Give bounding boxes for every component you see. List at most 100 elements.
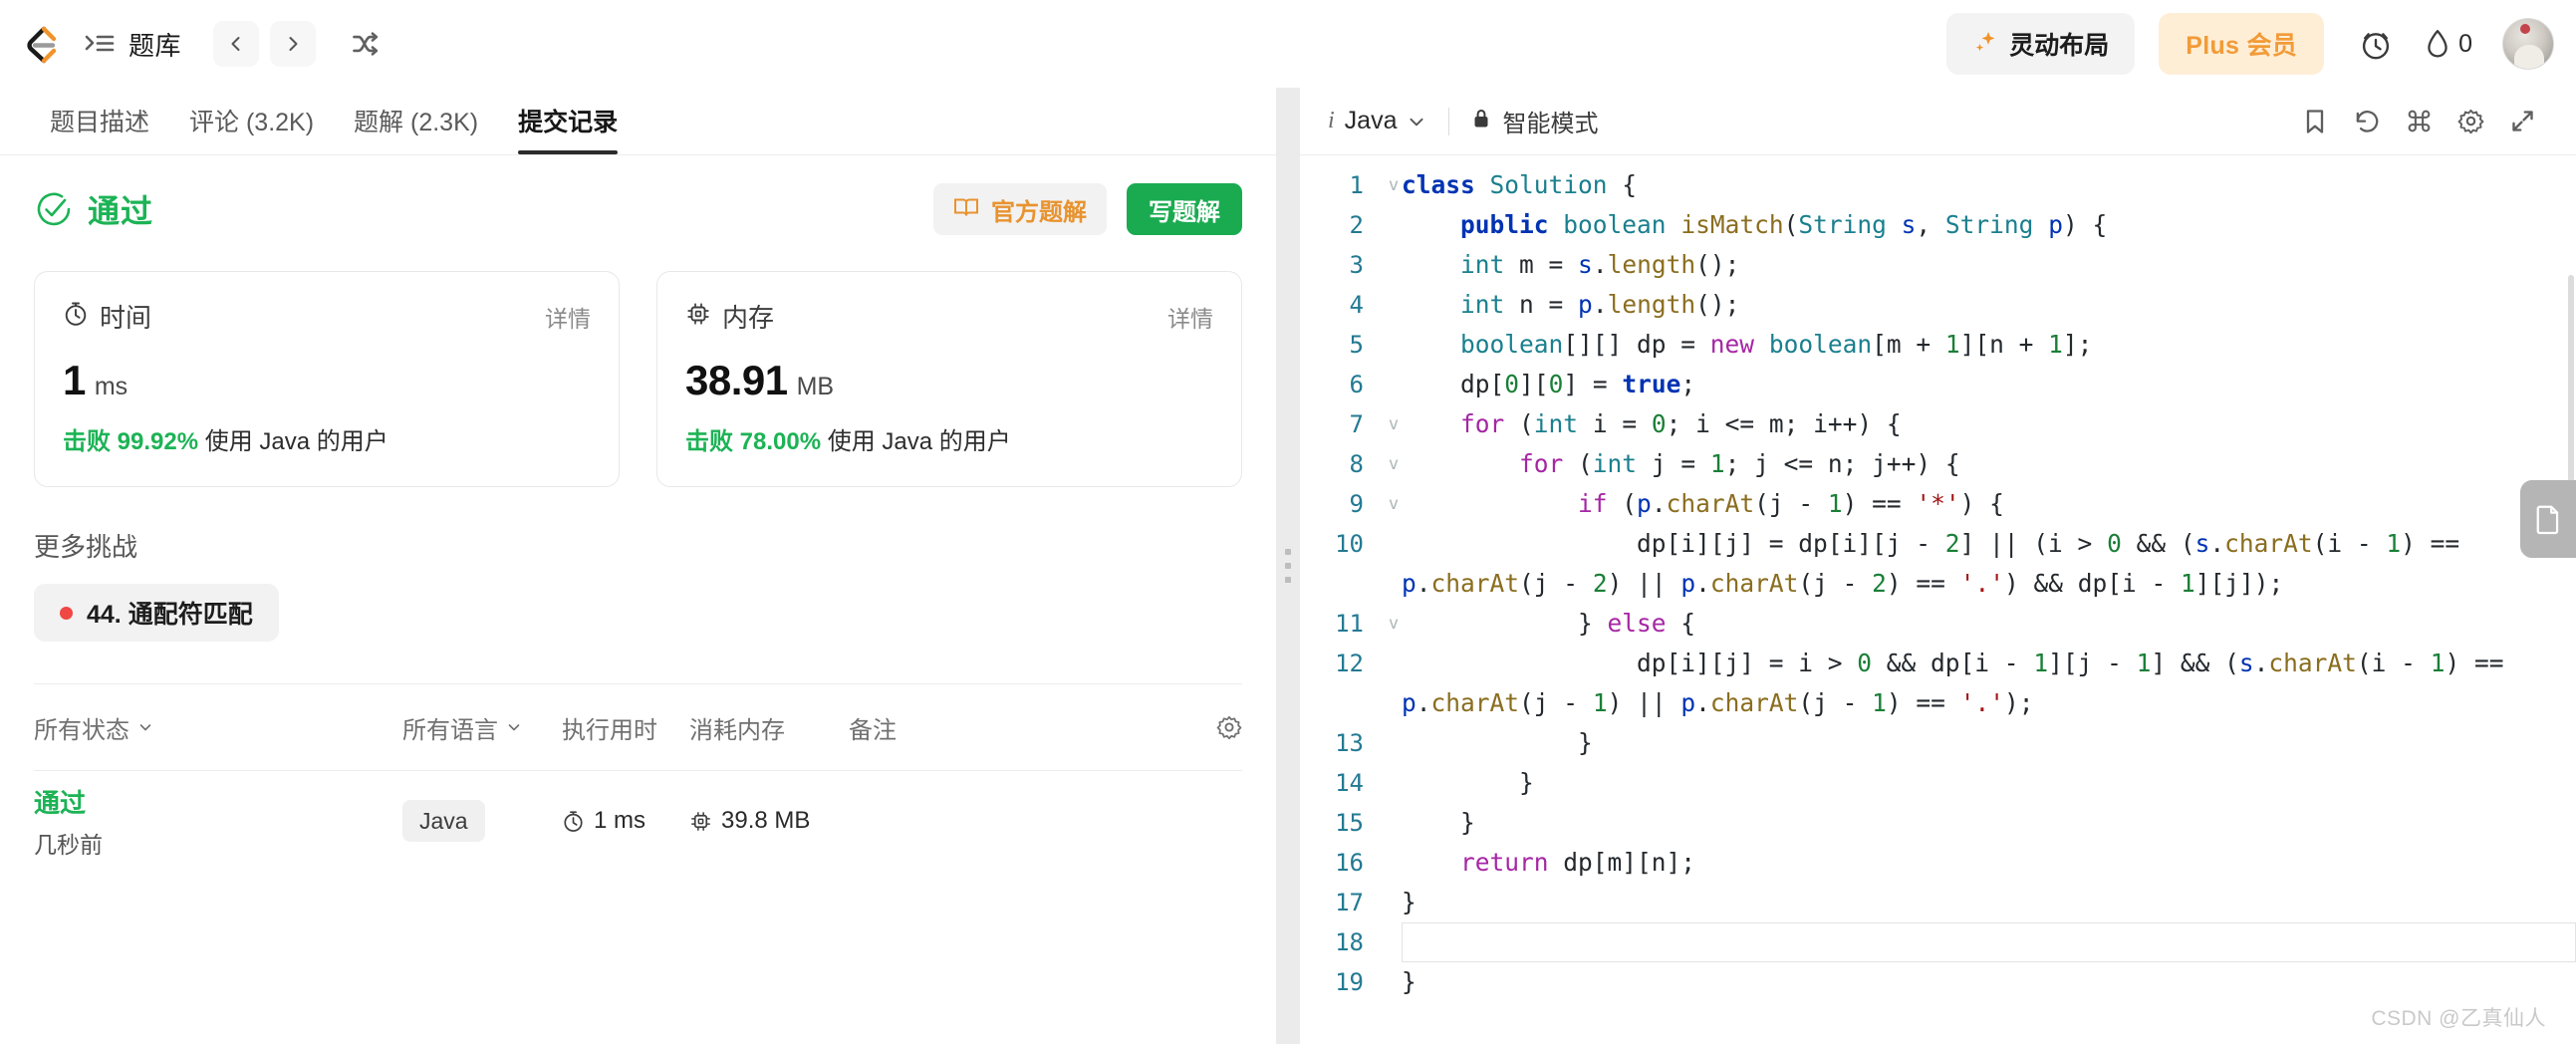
code-text: [1402, 922, 2576, 962]
code-text: if (p.charAt(j - 1) == '*') {: [1578, 489, 2004, 518]
panel-resize-handle[interactable]: [1276, 88, 1300, 1044]
gear-icon: [2457, 109, 2483, 134]
code-vertical-scrollbar[interactable]: [2568, 275, 2574, 504]
history-undo-icon: [2356, 110, 2379, 132]
tab-description[interactable]: 题目描述: [30, 103, 169, 154]
filter-language-dropdown[interactable]: 所有语言: [402, 710, 562, 745]
related-problem-chip[interactable]: 44. 通配符匹配: [34, 584, 279, 642]
code-line-3: 3 int m = s.length();: [1300, 245, 2576, 285]
code-text: }: [1402, 768, 1534, 797]
submission-status: 通过: [34, 787, 87, 818]
tab-solutions[interactable]: 题解 (2.3K): [334, 103, 498, 154]
official-solution-button[interactable]: 官方题解: [933, 183, 1107, 235]
next-problem-button[interactable]: [270, 21, 317, 67]
memory-details-link[interactable]: 详情: [1167, 300, 1213, 334]
editor-settings-button[interactable]: [2445, 99, 2496, 144]
top-navigation-bar: 题库 灵动布局 Plus 会员 0: [0, 0, 2576, 88]
editor-toolbar: i Java 智能模式: [1300, 88, 2576, 155]
fullscreen-button[interactable]: [2496, 99, 2548, 144]
problem-list-menu[interactable]: 题库: [80, 20, 185, 69]
code-text: class Solution {: [1402, 170, 1638, 199]
document-icon: [2536, 505, 2559, 535]
leetcode-logo-icon[interactable]: [18, 21, 64, 67]
fold-toggle-icon[interactable]: v: [1386, 165, 1402, 205]
reset-code-button[interactable]: [2341, 99, 2393, 144]
performance-cards: 时间 详情 1 ms 击败 99.92% 使用 Java 的用户 内存 详情 3…: [34, 271, 1242, 487]
memory-chip-icon: [685, 301, 711, 332]
code-line-1: 1 v class Solution {: [1300, 165, 2576, 205]
note-panel-tab[interactable]: [2520, 480, 2576, 558]
column-header-note: 备注: [849, 716, 897, 744]
shuffle-problem-button[interactable]: [346, 24, 386, 64]
runtime-details-link[interactable]: 详情: [545, 300, 591, 334]
streak-counter[interactable]: 0: [2426, 29, 2472, 59]
flame-icon: [2428, 30, 2447, 58]
user-avatar[interactable]: [2502, 18, 2554, 70]
timer-button[interactable]: [2354, 22, 2398, 66]
plus-membership-label: Plus 会员: [2186, 32, 2298, 60]
memory-beat-suffix: 使用 Java 的用户: [827, 428, 1011, 455]
tab-submissions[interactable]: 提交记录: [498, 103, 638, 154]
shortcuts-button[interactable]: [2393, 99, 2445, 144]
code-lines: 1 v class Solution { 2 public boolean is…: [1300, 155, 2576, 1002]
runtime-beat-text: 击败 99.92% 使用 Java 的用户: [63, 421, 591, 456]
fold-toggle-icon[interactable]: v: [1386, 404, 1402, 444]
memory-value: 38.91: [685, 357, 788, 403]
runtime-unit: ms: [94, 373, 129, 400]
filter-status-label: 所有状态: [34, 716, 129, 744]
code-line-15: 15 }: [1300, 803, 2576, 843]
dynamic-layout-button[interactable]: 灵动布局: [1946, 13, 2136, 75]
table-settings-button[interactable]: [1206, 714, 1242, 740]
code-text: boolean[][] dp = new boolean[m + 1][n + …: [1460, 330, 2093, 359]
table-row[interactable]: 通过 几秒前 Java 1 ms 39.8 MB: [34, 771, 1242, 871]
chevron-down-icon: [508, 724, 520, 731]
code-line-7: 7 v for (int i = 0; i <= m; i++) {: [1300, 404, 2576, 444]
code-text: int m = s.length();: [1460, 250, 1740, 279]
code-line-19: 19 }: [1300, 962, 2576, 1002]
code-line-10: 10 dp[i][j] = dp[i][j - 2] || (i > 0 && …: [1300, 524, 2576, 604]
tab-comments[interactable]: 评论 (3.2K): [169, 103, 334, 154]
resize-grip-icon: [1285, 549, 1291, 583]
code-text: int n = p.length();: [1460, 290, 1740, 319]
submission-runtime-cell: 1 ms: [562, 807, 689, 835]
previous-problem-button[interactable]: [213, 21, 260, 67]
submissions-table-header: 所有状态 所有语言 执行用时 消耗内存 备注: [34, 684, 1242, 770]
runtime-stat-card: 时间 详情 1 ms 击败 99.92% 使用 Java 的用户: [34, 271, 620, 487]
problem-list-label: 题库: [129, 30, 182, 61]
expand-icon: [2511, 111, 2533, 131]
list-menu-icon: [84, 29, 116, 59]
chevron-down-icon: [1410, 118, 1423, 126]
line-number: 3: [1349, 251, 1364, 279]
memory-card-title: 内存: [722, 303, 775, 333]
code-line-13: 13 }: [1300, 723, 2576, 763]
bookmark-button[interactable]: [2289, 99, 2341, 144]
fold-toggle-icon[interactable]: v: [1386, 444, 1402, 484]
memory-chip-icon: [691, 811, 710, 831]
plus-membership-button[interactable]: Plus 会员: [2159, 13, 2325, 75]
book-icon: [953, 195, 979, 224]
memory-beat-percent: 击败 78.00%: [685, 428, 822, 455]
difficulty-dot-icon: [60, 606, 73, 620]
fold-toggle-icon[interactable]: v: [1386, 484, 1402, 524]
fold-toggle-icon[interactable]: v: [1386, 604, 1402, 644]
line-number: 6: [1349, 371, 1364, 398]
left-panel-content: 通过 官方题解 写题解 时间 详情 1 ms 击败 99.92% 使用 Java…: [0, 155, 1276, 1044]
topbar-right-group: 灵动布局 Plus 会员 0: [1946, 13, 2554, 75]
filter-status-dropdown[interactable]: 所有状态: [34, 710, 402, 745]
code-line-9: 9 v if (p.charAt(j - 1) == '*') {: [1300, 484, 2576, 524]
line-number: 9: [1349, 490, 1364, 518]
code-text: return dp[m][n];: [1460, 848, 1696, 877]
code-line-17: 17 }: [1300, 883, 2576, 922]
code-text: }: [1402, 808, 1475, 837]
write-solution-button[interactable]: 写题解: [1127, 183, 1242, 235]
line-number: 2: [1349, 211, 1364, 239]
code-area[interactable]: 1 v class Solution { 2 public boolean is…: [1300, 155, 2576, 1044]
column-header-memory: 消耗内存: [689, 716, 785, 744]
streak-count: 0: [2458, 29, 2472, 58]
problem-tab-bar: 题目描述 评论 (3.2K) 题解 (2.3K) 提交记录: [0, 88, 1276, 155]
language-selector[interactable]: i Java: [1328, 107, 1426, 135]
code-line-4: 4 int n = p.length();: [1300, 285, 2576, 325]
smart-mode-toggle[interactable]: 智能模式: [1471, 104, 1598, 138]
code-text: dp[0][0] = true;: [1402, 370, 1696, 398]
sparkle-icon: [1972, 29, 1998, 60]
